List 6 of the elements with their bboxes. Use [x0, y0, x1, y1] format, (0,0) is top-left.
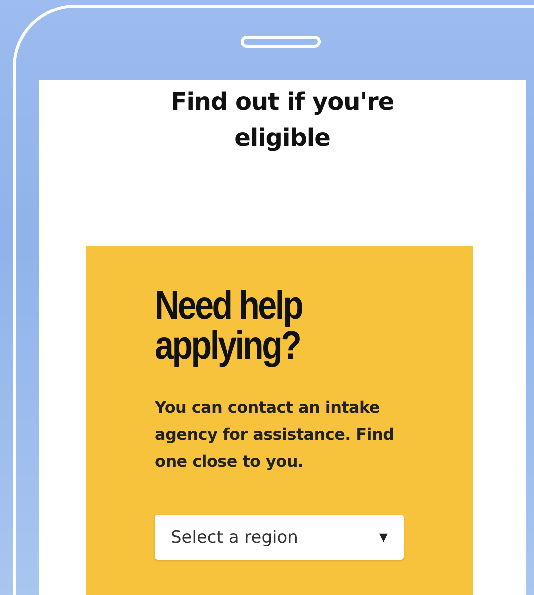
caret-icon: ▼ — [380, 531, 388, 544]
card-description: You can contact an intake agency for assistance. Find one close to you. — [155, 397, 396, 473]
phone-speaker-icon — [241, 36, 321, 48]
page-heading: Find out if you're eligible — [170, 87, 396, 154]
region-select[interactable]: Select a region ▼ — [155, 515, 404, 560]
card-title: Need help applying? — [155, 286, 304, 366]
